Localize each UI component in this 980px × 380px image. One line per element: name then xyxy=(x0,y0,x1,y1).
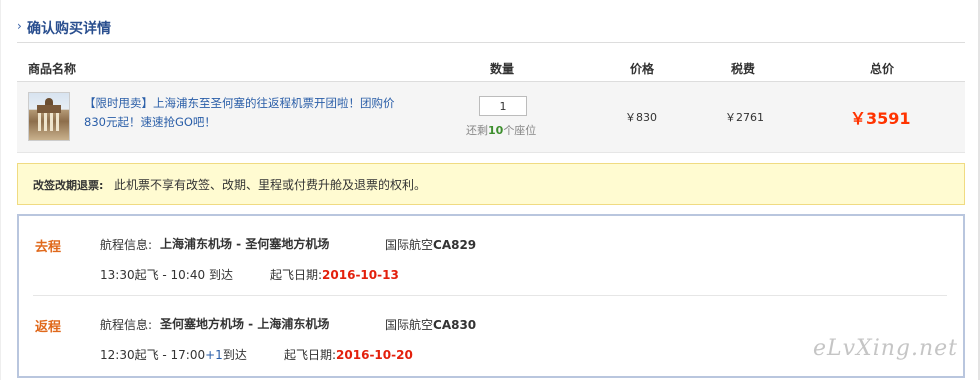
depart-arrive: 12:30起飞 - 17:00 xyxy=(100,348,206,362)
section-header: › 确认购买详情 xyxy=(17,14,965,43)
arrive-suffix: 到达 xyxy=(222,348,247,362)
seats-remaining: 还剩10个座位 xyxy=(466,122,536,138)
tax-amount: ￥2761 xyxy=(725,111,764,124)
seats-remaining-count: 10 xyxy=(488,124,504,137)
product-thumbnail[interactable] xyxy=(28,92,70,141)
unit-price: ￥830 xyxy=(625,111,657,124)
flight-times: 13:30起飞 - 10:40 到达 xyxy=(100,268,233,282)
column-header-total: 总价 xyxy=(870,62,895,76)
seats-remaining-suffix: 个座位 xyxy=(503,124,537,137)
airline-name: 国际航空 xyxy=(385,318,434,332)
route-label: 航程信息: xyxy=(100,318,153,332)
column-header-price: 价格 xyxy=(630,62,655,76)
outbound-leg: 去程 航程信息: 上海浦东机场 - 圣何塞地方机场 国际航空CA829 13:3… xyxy=(19,216,963,294)
route-text: 上海浦东机场 - 圣何塞地方机场 xyxy=(160,237,330,251)
column-header-quantity: 数量 xyxy=(490,62,515,76)
date-label: 起飞日期: xyxy=(284,348,337,362)
date-value: 2016-10-13 xyxy=(322,268,399,282)
notice-text: 此机票不享有改签、改期、里程或付费升舱及退票的权利。 xyxy=(114,178,427,192)
chevron-right-icon: › xyxy=(17,19,22,33)
date-value: 2016-10-20 xyxy=(336,348,413,362)
flight-number: CA830 xyxy=(433,318,477,332)
departure-date: 起飞日期:2016-10-13 xyxy=(270,266,399,283)
route-label: 航程信息: xyxy=(100,238,153,252)
leg-label: 去程 xyxy=(35,240,62,255)
total-price: ￥3591 xyxy=(850,109,911,128)
table-row: 【限时甩卖】上海浦东至圣何塞的往返程机票开团啦！团购价830元起！速速抢GO吧！… xyxy=(17,82,965,153)
leg-label: 返程 xyxy=(35,320,62,335)
column-header-product: 商品名称 xyxy=(28,62,77,76)
flight-times: 12:30起飞 - 17:00+1到达 xyxy=(100,346,247,363)
airline-info: 国际航空CA829 xyxy=(385,236,476,253)
airline-name: 国际航空 xyxy=(385,238,434,252)
seats-remaining-prefix: 还剩 xyxy=(466,124,488,137)
return-leg: 返程 航程信息: 圣何塞地方机场 - 上海浦东机场 国际航空CA830 12:3… xyxy=(19,296,963,374)
product-title-link[interactable]: 【限时甩卖】上海浦东至圣何塞的往返程机票开团啦！团购价830元起！速速抢GO吧！ xyxy=(84,94,414,132)
route-text: 圣何塞地方机场 - 上海浦东机场 xyxy=(160,317,330,331)
flight-number: CA829 xyxy=(433,238,477,252)
page-title: 确认购买详情 xyxy=(27,21,111,37)
refund-policy-notice: 改签改期退票: 此机票不享有改签、改期、里程或付费升舱及退票的权利。 xyxy=(17,163,965,205)
notice-label: 改签改期退票: xyxy=(33,179,104,192)
quantity-input[interactable] xyxy=(479,96,527,116)
airline-info: 国际航空CA830 xyxy=(385,316,476,333)
site-watermark: eLvXing.net xyxy=(812,336,958,361)
table-header: 商品名称 数量 价格 税费 总价 xyxy=(17,54,965,82)
plus-day: +1 xyxy=(205,348,223,362)
date-label: 起飞日期: xyxy=(270,268,323,282)
column-header-tax: 税费 xyxy=(731,62,756,76)
left-border xyxy=(0,0,1,380)
departure-date: 起飞日期:2016-10-20 xyxy=(284,346,413,363)
